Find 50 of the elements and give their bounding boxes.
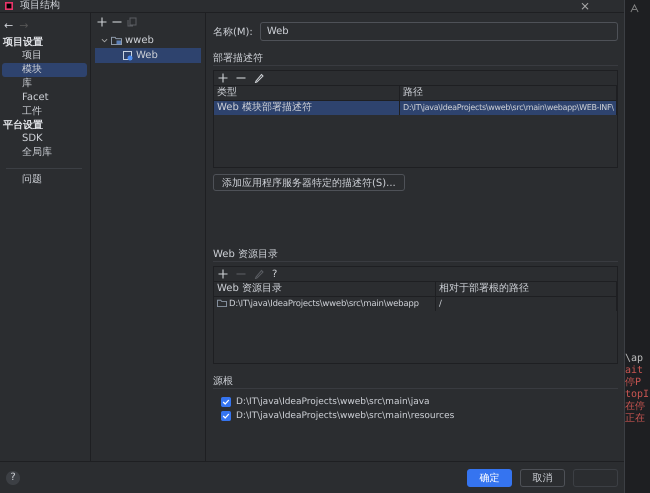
code-line: 正在 — [625, 413, 646, 425]
sidebar-item[interactable]: 库 — [2, 77, 87, 91]
add-icon[interactable] — [218, 269, 228, 279]
cancel-button[interactable]: 取消 — [520, 468, 565, 486]
tree-item[interactable]: wweb — [95, 33, 201, 48]
sidebar-item[interactable]: SDK — [2, 132, 87, 146]
add-descriptor-button[interactable]: 添加应用程序服务器特定的描述符(S)... — [213, 174, 405, 191]
toolbar-icon[interactable] — [630, 4, 639, 13]
app-logo-icon — [4, 2, 14, 10]
sidebar-item[interactable]: 工件 — [2, 105, 87, 119]
help-button[interactable]: ? — [272, 268, 278, 280]
sidebar-item[interactable]: 全局库 — [2, 146, 87, 160]
section-title: 源根 — [213, 374, 618, 389]
source-root-path: D:\IT\java\IdeaProjects\wweb\src\main\java — [236, 397, 430, 407]
code-line: topI — [625, 389, 650, 401]
section-heading: 项目设置 — [2, 36, 44, 49]
column-header[interactable]: 相对于部署根的路径 — [436, 282, 617, 297]
code-line: \ap — [625, 353, 644, 365]
table-cell[interactable]: / — [436, 297, 617, 311]
source-root-path: D:\IT\java\IdeaProjects\wweb\src\main\resources — [236, 411, 454, 421]
code-line: 在停 — [625, 401, 646, 413]
section-title: 部署描述符 — [213, 51, 618, 66]
section-title: Web 资源目录 — [213, 247, 618, 262]
section-heading: 平台设置 — [2, 119, 44, 132]
web-module-icon — [123, 50, 133, 60]
window-title: 项目结构 — [20, 1, 60, 11]
table-cell[interactable]: D:\IT\java\IdeaProjects\wweb\src\main\webapp — [214, 297, 436, 311]
checkbox[interactable] — [221, 397, 231, 407]
chevron-icon[interactable] — [101, 37, 108, 44]
folder-icon — [217, 299, 227, 307]
sidebar-item[interactable]: 模块 — [2, 63, 87, 77]
add-icon[interactable] — [97, 17, 107, 27]
folder-icon — [111, 36, 122, 45]
sidebar-item[interactable]: 项目 — [2, 49, 87, 63]
ok-button[interactable]: 确定 — [467, 468, 512, 486]
sidebar-item[interactable]: Facet — [2, 91, 87, 105]
tree-item[interactable]: Web — [95, 48, 201, 63]
name-field[interactable]: Web — [260, 22, 618, 41]
help-button[interactable]: ? — [6, 470, 20, 484]
close-button[interactable]: × — [580, 0, 590, 13]
table-cell[interactable]: D:\IT\java\IdeaProjects\wweb\src\main\webapp\WEB-INF\ — [400, 101, 617, 115]
table-cell[interactable]: Web 模块部署描述符 — [214, 101, 400, 115]
checkbox[interactable] — [221, 411, 231, 421]
column-header[interactable]: Web 资源目录 — [214, 282, 436, 297]
name-label: 名称(M): — [213, 26, 253, 38]
code-line: ait — [625, 365, 644, 377]
back-button[interactable]: ← — [4, 19, 14, 32]
code-line: 停P — [625, 377, 642, 389]
add-icon[interactable] — [218, 73, 228, 83]
sidebar-item[interactable]: 问题 — [2, 173, 87, 187]
